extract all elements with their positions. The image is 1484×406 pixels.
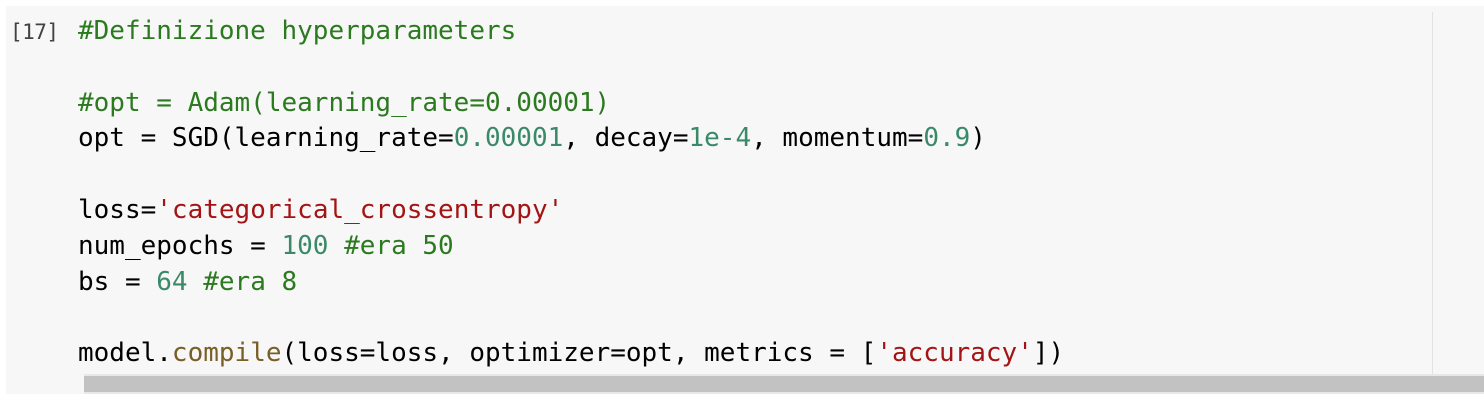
code-content[interactable]: #Definizione hyperparameters #opt = Adam… <box>78 14 1428 372</box>
execution-count: [17] <box>10 20 59 44</box>
code-token: model. <box>78 338 172 369</box>
code-token: ) <box>970 123 986 154</box>
code-line-8: bs = 64 #era 8 <box>78 265 1428 301</box>
code-line-7: num_epochs = 100 #era 50 <box>78 229 1428 265</box>
code-token: loss= <box>78 194 157 225</box>
code-line-1: #Definizione hyperparameters <box>78 14 1428 50</box>
code-line-6: loss='categorical_crossentropy' <box>78 193 1428 229</box>
code-line-10: model.compile(loss=loss, optimizer=opt, … <box>78 336 1428 372</box>
code-token: bs = <box>78 266 157 297</box>
comment: #era 50 <box>328 230 454 261</box>
comment: #era 8 <box>187 266 298 297</box>
comment: #Definizione hyperparameters <box>78 16 517 46</box>
string-literal: 'accuracy' <box>876 338 1033 369</box>
code-token: , decay= <box>563 123 689 154</box>
code-token: , momentum= <box>751 123 924 154</box>
function-name: compile <box>171 338 282 369</box>
number-literal: 0.00001 <box>453 123 564 154</box>
code-token: (loss=loss, optimizer=opt, metrics = [ <box>281 338 877 369</box>
code-line-3: #opt = Adam(learning_rate=0.00001) <box>78 86 1428 122</box>
editor-ruler <box>1432 12 1433 388</box>
code-editor[interactable]: #Definizione hyperparameters #opt = Adam… <box>78 14 1428 388</box>
number-literal: 1e-4 <box>688 123 752 154</box>
code-token: num_epochs = <box>78 230 282 261</box>
horizontal-scrollbar[interactable] <box>84 374 1484 394</box>
number-literal: 64 <box>156 266 188 297</box>
number-literal: 0.9 <box>923 123 971 154</box>
string-literal: 'categorical_crossentropy' <box>156 194 564 225</box>
scrollbar-thumb[interactable] <box>84 376 1484 392</box>
comment: #opt = Adam(learning_rate=0.00001) <box>78 87 611 118</box>
code-token: ]) <box>1032 338 1065 369</box>
number-literal: 100 <box>281 230 329 261</box>
code-line-4: opt = SGD(learning_rate=0.00001, decay=1… <box>78 121 1428 157</box>
code-token: opt = SGD(learning_rate= <box>78 123 454 154</box>
